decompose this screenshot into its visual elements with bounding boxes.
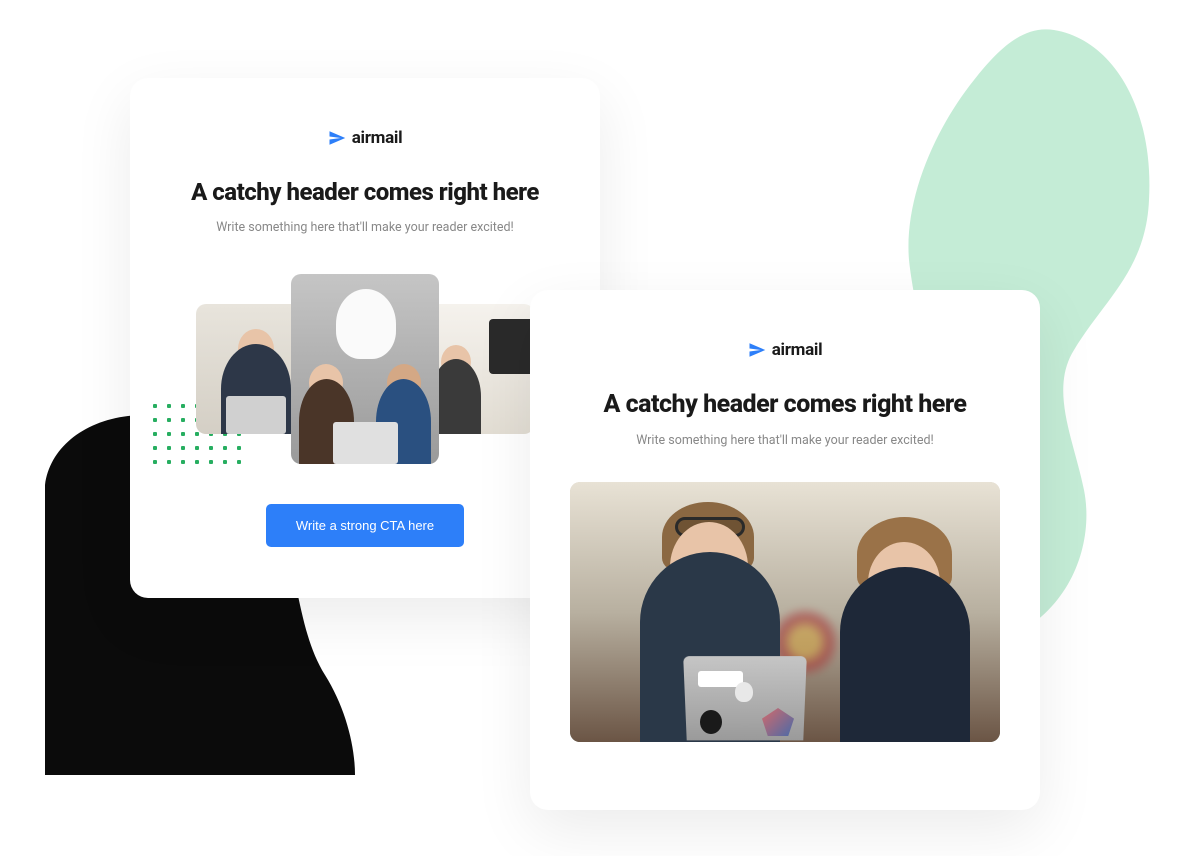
image-gallery (168, 269, 562, 469)
paper-plane-icon (748, 341, 766, 359)
template-card-right: airmail A catchy header comes right here… (530, 290, 1040, 810)
gallery-image-center (291, 274, 439, 464)
email-header: A catchy header comes right here (570, 390, 1000, 419)
email-subheader: Write something here that'll make your r… (570, 433, 1000, 448)
email-header: A catchy header comes right here (168, 178, 562, 206)
cta-button[interactable]: Write a strong CTA here (266, 504, 464, 547)
hero-image (570, 482, 1000, 742)
brand-logo: airmail (328, 128, 403, 148)
brand-logo: airmail (748, 340, 823, 360)
email-subheader: Write something here that'll make your r… (168, 220, 562, 235)
brand-name: airmail (772, 340, 823, 360)
paper-plane-icon (328, 129, 346, 147)
brand-name: airmail (352, 128, 403, 148)
